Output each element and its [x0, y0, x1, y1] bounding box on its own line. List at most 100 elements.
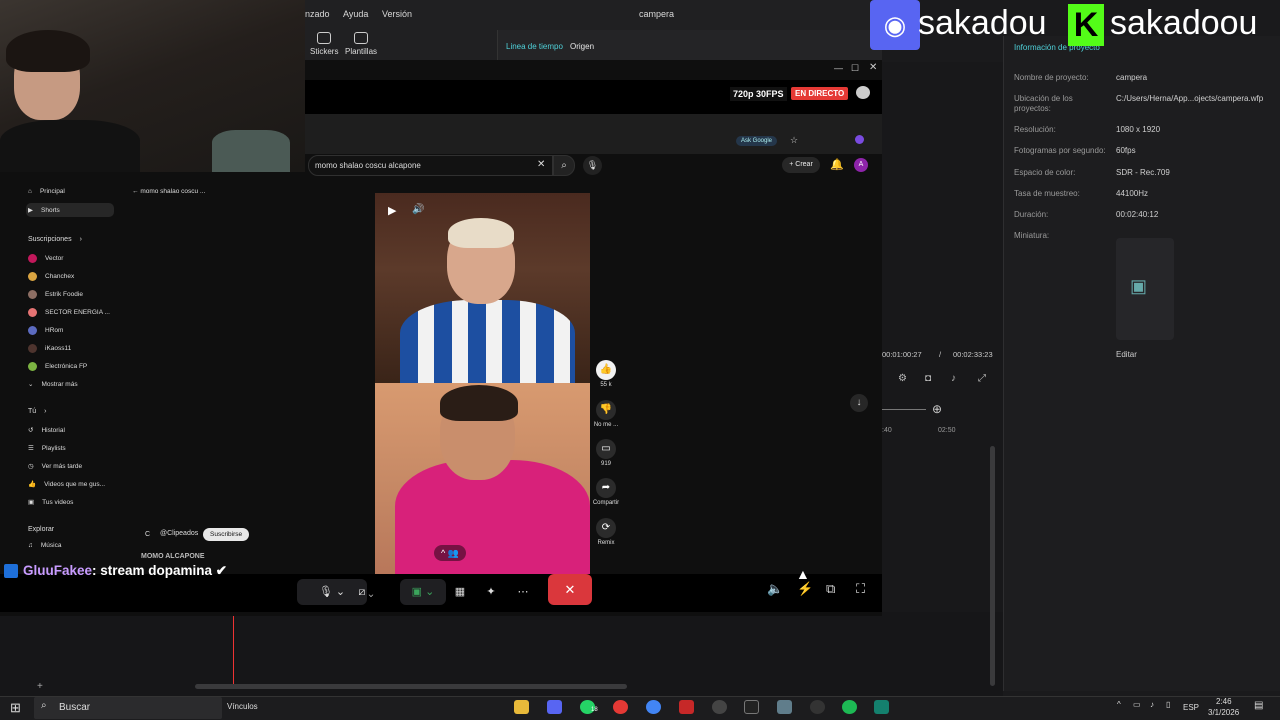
- file-explorer-icon[interactable]: [514, 700, 529, 714]
- sidebar-item-shorts[interactable]: ▶ Shorts: [26, 203, 114, 217]
- tray-chevron-icon[interactable]: ^: [1117, 700, 1121, 709]
- sidebar-channel[interactable]: Vector: [28, 254, 63, 263]
- language-indicator[interactable]: ESP: [1183, 703, 1199, 712]
- share-button[interactable]: ➦ Compartir: [592, 478, 620, 506]
- timeline-scrollbar[interactable]: [195, 684, 627, 689]
- screen-share-button[interactable]: ▣ ⌄: [400, 579, 446, 605]
- menu-item[interactable]: nzado: [305, 9, 330, 19]
- play-icon[interactable]: ▶: [388, 204, 396, 217]
- thumbs-up-icon: 👍: [596, 360, 616, 380]
- bookmark-star-icon[interactable]: ☆: [790, 135, 798, 146]
- spotify-icon[interactable]: [842, 700, 857, 714]
- playhead[interactable]: [233, 616, 234, 686]
- volume-icon[interactable]: ♪: [951, 373, 956, 384]
- clock-date[interactable]: 3/1/2026: [1208, 708, 1239, 717]
- fullscreen-icon[interactable]: ⤢: [978, 373, 986, 384]
- mute-icon[interactable]: ⚡: [797, 581, 813, 597]
- notification-center-icon[interactable]: ▤: [1254, 700, 1263, 711]
- chrome-icon[interactable]: [646, 700, 661, 714]
- camera-icon[interactable]: ◘: [925, 373, 931, 384]
- links-toolbar[interactable]: Vínculos: [227, 702, 258, 711]
- minimize-icon[interactable]: —: [834, 63, 843, 73]
- back-title[interactable]: ← momo shalao coscu ...: [132, 188, 205, 195]
- ask-google-button[interactable]: Ask Google: [736, 136, 778, 146]
- settings-gear-icon[interactable]: [712, 700, 727, 714]
- sidebar-channel[interactable]: iKaoss11: [28, 344, 71, 353]
- close-icon[interactable]: ✕: [869, 62, 877, 73]
- speaker-icon[interactable]: 🔈: [767, 581, 783, 597]
- dislike-button[interactable]: 👎 No me ...: [592, 400, 620, 428]
- sidebar-channel[interactable]: SECTOR ENERGIA ...: [28, 308, 110, 317]
- subscribe-button[interactable]: Suscribirse: [203, 528, 250, 541]
- clear-search-icon[interactable]: ✕: [537, 159, 545, 170]
- channel-avatar: [28, 254, 37, 263]
- sidebar-item-your-videos[interactable]: ▣ Tus videos: [28, 498, 73, 507]
- sidebar-channel[interactable]: Estrik Foodie: [28, 290, 83, 299]
- activities-icon[interactable]: ▦: [447, 579, 473, 605]
- add-track-icon[interactable]: +: [37, 681, 43, 692]
- sidebar-show-more[interactable]: ⌄ Mostrar más: [28, 380, 78, 389]
- channel-icon: C: [145, 531, 151, 538]
- thumbnail-placeholder[interactable]: ▣: [1116, 238, 1174, 340]
- sidebar-item-subscriptions[interactable]: Suscripciones ›: [28, 236, 82, 243]
- menu-version[interactable]: Versión: [382, 9, 412, 19]
- edit-thumbnail-button[interactable]: Editar: [1116, 350, 1137, 359]
- obs-icon[interactable]: [810, 700, 825, 714]
- stickers-button[interactable]: Stickers: [310, 32, 338, 56]
- remix-button[interactable]: ⟳ Remix: [592, 518, 620, 546]
- app-icon[interactable]: [679, 700, 694, 714]
- menu-help[interactable]: Ayuda: [343, 9, 368, 19]
- epic-games-icon[interactable]: [744, 700, 759, 714]
- leave-call-button[interactable]: ✕: [548, 574, 592, 605]
- sidebar-item-history[interactable]: ↺ Historial: [28, 426, 65, 435]
- popout-icon[interactable]: ⧉: [826, 581, 835, 597]
- fullscreen-icon[interactable]: ⛶: [856, 581, 865, 597]
- chat-bubble-icon[interactable]: [856, 86, 870, 99]
- camera-off-button[interactable]: ⧄ ⌄: [342, 579, 390, 605]
- microphone-icon[interactable]: 🎙: [583, 156, 602, 175]
- channel-avatar: [28, 308, 37, 317]
- sidebar-item-playlists[interactable]: ☰ Playlists: [28, 444, 66, 453]
- profile-avatar[interactable]: [855, 135, 864, 144]
- vertical-scrollbar[interactable]: [990, 446, 995, 686]
- volume-icon[interactable]: 🔊: [412, 204, 424, 215]
- sidebar-channel[interactable]: Chanchex: [28, 272, 74, 281]
- discord-app-icon[interactable]: [547, 700, 562, 714]
- settings-icon[interactable]: ⚙: [898, 373, 907, 384]
- notifications-icon[interactable]: 🔔: [830, 158, 844, 171]
- search-button[interactable]: ⌕: [553, 155, 575, 176]
- volume-tray-icon[interactable]: ♪: [1150, 700, 1154, 709]
- video-editor-icon[interactable]: [874, 700, 889, 714]
- sidebar-channel[interactable]: HRom: [28, 326, 63, 335]
- templates-button[interactable]: Plantillas: [345, 32, 377, 56]
- clock-time[interactable]: 2:46: [1216, 697, 1232, 706]
- maximize-icon[interactable]: ☐: [851, 63, 859, 74]
- create-button[interactable]: + Crear: [782, 157, 820, 173]
- media-player-icon[interactable]: [613, 700, 628, 714]
- account-avatar[interactable]: A: [854, 158, 868, 172]
- sidebar-item-liked[interactable]: 👍 Videos que me gus...: [28, 480, 105, 489]
- sidebar-item-you[interactable]: Tú ›: [28, 408, 47, 415]
- collaborators-icon[interactable]: ^ 👥: [434, 545, 466, 561]
- like-button[interactable]: 👍 55 k: [592, 360, 620, 388]
- share-icon: ➦: [596, 478, 616, 498]
- network-icon[interactable]: ▭: [1133, 700, 1141, 709]
- tab-timeline[interactable]: Linea de tiempo: [506, 42, 563, 51]
- zoom-in-icon[interactable]: ⊕: [932, 402, 942, 416]
- comments-button[interactable]: ▭ 919: [592, 439, 620, 467]
- next-short-button[interactable]: ↓: [850, 394, 868, 412]
- windows-start-icon[interactable]: ⊞: [10, 700, 21, 716]
- sidebar-item-music[interactable]: ♫ Música: [28, 542, 61, 549]
- tab-origin[interactable]: Origen: [570, 42, 594, 51]
- sidebar-item-watch-later[interactable]: ◷ Ver más tarde: [28, 462, 82, 471]
- battery-icon[interactable]: ▯: [1166, 700, 1170, 709]
- sidebar-channel[interactable]: Electrónica FP: [28, 362, 87, 371]
- app-icon[interactable]: [777, 700, 792, 714]
- chat-text: : stream dopamina ✔: [92, 563, 228, 578]
- soundboard-icon[interactable]: ✦: [478, 579, 504, 605]
- sidebar-item-home[interactable]: ⌂ Principal: [28, 188, 65, 195]
- sidebar-section-explore: Explorar: [28, 526, 55, 533]
- more-options-icon[interactable]: ⋯: [510, 579, 536, 605]
- channel-name[interactable]: @Clipeados: [160, 530, 198, 537]
- zoom-slider[interactable]: [882, 409, 926, 410]
